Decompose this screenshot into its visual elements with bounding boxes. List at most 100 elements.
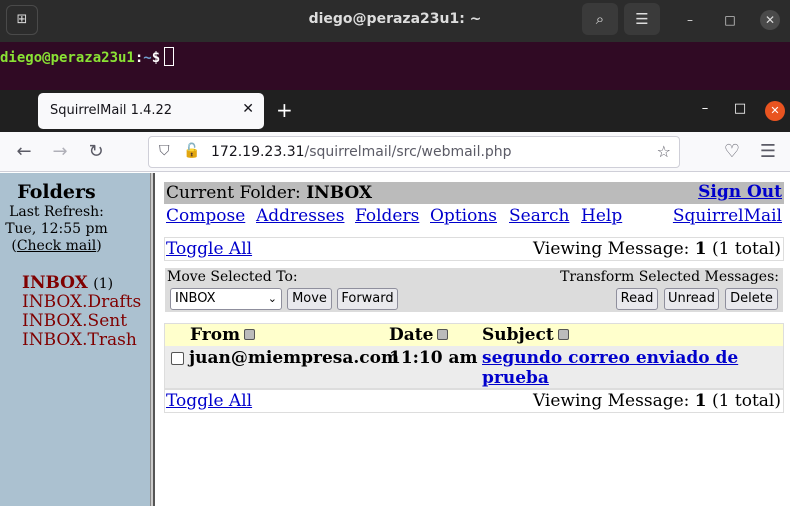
menu-options[interactable]: Options	[430, 206, 497, 226]
navigation-bar: ← → ↻ ⛉ 🔓 172.19.23.31/squirrelmail/src/…	[0, 132, 790, 172]
folders-title: Folders	[17, 181, 96, 203]
toggle-all-link[interactable]: Toggle All	[166, 239, 252, 259]
current-folder-bar: Current Folder: INBOX Sign Out	[164, 182, 784, 204]
maximize-icon[interactable]: □	[720, 10, 740, 30]
message-date: 11:10 am	[389, 348, 478, 368]
menu-addresses[interactable]: Addresses	[256, 206, 344, 226]
url-bar[interactable]: ⛉ 🔓 172.19.23.31/squirrelmail/src/webmai…	[148, 136, 680, 168]
prompt-path: ~	[143, 50, 152, 66]
close-icon[interactable]: ✕	[765, 101, 785, 121]
new-tab-plus-icon[interactable]: +	[276, 98, 293, 122]
viewing-total: (1 total)	[712, 391, 781, 411]
pocket-icon[interactable]: ♡	[720, 140, 744, 164]
check-mail: (Check mail)	[0, 238, 113, 254]
sort-icon[interactable]	[244, 329, 256, 340]
url-path: /squirrelmail/src/webmail.php	[304, 144, 512, 160]
viewing-total: (1 total)	[712, 239, 781, 259]
move-button[interactable]: Move	[287, 288, 332, 310]
url-host: 172.19.23.31	[211, 144, 305, 160]
column-date-label: Date	[389, 325, 434, 345]
move-target-value: INBOX	[175, 291, 216, 306]
viewing-number: 1	[694, 239, 707, 259]
search-icon[interactable]: ⌕	[582, 3, 618, 35]
message-checkbox[interactable]	[171, 352, 184, 365]
message-actions: Move Selected To: Transform Selected Mes…	[164, 267, 784, 313]
read-button[interactable]: Read	[616, 288, 658, 310]
tab-close-icon[interactable]: ✕	[242, 101, 254, 117]
column-date[interactable]: Date	[389, 325, 449, 345]
current-folder: Current Folder: INBOX	[166, 183, 372, 203]
hamburger-menu-icon[interactable]: ☰	[624, 3, 660, 35]
terminal-titlebar: ⊞ diego@peraza23u1: ~ ⌕ ☰ – □ ✕	[0, 0, 790, 42]
check-mail-link[interactable]: Check mail	[17, 238, 96, 254]
viewing-message: Viewing Message: 1 (1 total)	[533, 239, 781, 259]
forward-arrow-icon[interactable]: →	[48, 140, 72, 164]
message-subject-link[interactable]: segundo correo enviado de prueba	[482, 348, 782, 388]
folder-inbox-name[interactable]: INBOX	[22, 273, 88, 293]
terminal-prompt: diego@peraza23u1:~$	[0, 47, 175, 66]
top-pager: Toggle All Viewing Message: 1 (1 total)	[164, 237, 784, 261]
folder-pane: Folders Last Refresh: Tue, 12:55 pm (Che…	[0, 173, 150, 506]
viewing-number: 1	[694, 391, 707, 411]
squirrelmail-link[interactable]: SquirrelMail	[673, 206, 782, 226]
bottom-pager: Toggle All Viewing Message: 1 (1 total)	[164, 389, 784, 413]
message-from: juan@miempresa.com	[189, 348, 399, 368]
forward-button[interactable]: Forward	[337, 288, 398, 310]
sign-out-link[interactable]: Sign Out	[698, 182, 782, 202]
viewing-message: Viewing Message: 1 (1 total)	[533, 391, 781, 411]
message-list-header: From Date Subject	[165, 324, 783, 346]
frame-divider[interactable]	[150, 173, 155, 506]
tab-squirrelmail[interactable]: SquirrelMail 1.4.22 ✕	[38, 93, 264, 129]
folder-drafts[interactable]: INBOX.Drafts	[22, 292, 141, 312]
check-mail-close-paren: )	[96, 238, 102, 254]
table-row: juan@miempresa.com 11:10 am segundo corr…	[165, 346, 783, 388]
terminal-cursor	[164, 47, 175, 66]
viewing-label: Viewing Message:	[532, 239, 690, 259]
chevron-down-icon: ⌄	[267, 292, 277, 305]
tab-title: SquirrelMail 1.4.22	[50, 103, 173, 118]
terminal-body[interactable]: diego@peraza23u1:~$	[0, 42, 790, 90]
webmail-page: Folders Last Refresh: Tue, 12:55 pm (Che…	[0, 173, 790, 506]
maximize-icon[interactable]: □	[730, 101, 750, 116]
url-text: 172.19.23.31/squirrelmail/src/webmail.ph…	[211, 144, 512, 160]
transform-selected-label: Transform Selected Messages:	[560, 269, 779, 285]
column-subject[interactable]: Subject	[482, 325, 569, 345]
move-selected-label: Move Selected To:	[167, 269, 298, 285]
unread-button[interactable]: Unread	[664, 288, 719, 310]
tab-bar: SquirrelMail 1.4.22 ✕ + – □ ✕	[0, 90, 790, 132]
last-refresh-label: Last Refresh:	[9, 204, 104, 220]
column-subject-label: Subject	[482, 325, 554, 345]
folder-inbox-count: (1)	[93, 276, 114, 292]
menu-compose[interactable]: Compose	[166, 206, 245, 226]
shield-icon[interactable]: ⛉	[159, 143, 170, 159]
folder-trash[interactable]: INBOX.Trash	[22, 330, 137, 350]
back-arrow-icon[interactable]: ←	[12, 140, 36, 164]
toggle-all-link[interactable]: Toggle All	[166, 391, 252, 411]
column-from-label: From	[190, 325, 241, 345]
sort-icon[interactable]	[557, 329, 569, 340]
reload-icon[interactable]: ↻	[84, 140, 108, 164]
menu-folders[interactable]: Folders	[355, 206, 419, 226]
folder-inbox[interactable]: INBOX (1)	[22, 273, 113, 293]
bookmark-star-icon[interactable]: ☆	[657, 142, 671, 161]
insecure-lock-icon[interactable]: 🔓	[183, 143, 200, 159]
message-list: From Date Subject juan@miempresa.com 11:…	[164, 323, 784, 389]
app-menu-icon[interactable]: ☰	[756, 140, 780, 164]
minimize-icon[interactable]: –	[695, 101, 715, 116]
delete-button[interactable]: Delete	[725, 288, 778, 310]
prompt-user: diego@peraza23u1	[0, 50, 135, 66]
current-folder-name: INBOX	[306, 183, 373, 203]
close-icon[interactable]: ✕	[760, 10, 780, 30]
move-target-select[interactable]: INBOX ⌄	[170, 288, 282, 310]
folder-sent[interactable]: INBOX.Sent	[22, 311, 127, 331]
browser-window: SquirrelMail 1.4.22 ✕ + – □ ✕ ← → ↻ ⛉ 🔓 …	[0, 90, 790, 506]
menu-help[interactable]: Help	[581, 206, 622, 226]
menu-search[interactable]: Search	[509, 206, 569, 226]
minimize-icon[interactable]: –	[680, 10, 700, 30]
sort-icon[interactable]	[437, 329, 449, 340]
prompt-sign: $	[151, 50, 161, 66]
viewing-label: Viewing Message:	[532, 391, 690, 411]
column-from[interactable]: From	[190, 325, 256, 345]
last-refresh-time: Tue, 12:55 pm	[5, 221, 108, 237]
terminal-title: diego@peraza23u1: ~	[308, 11, 482, 27]
